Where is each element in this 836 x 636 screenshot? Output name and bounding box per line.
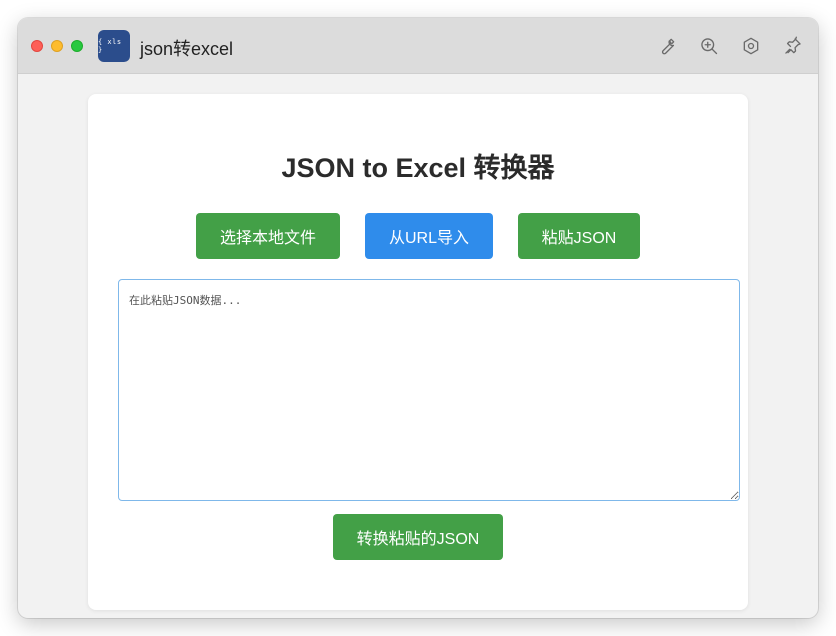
pin-icon[interactable] [782, 35, 804, 57]
maximize-window-button[interactable] [71, 40, 83, 52]
hexagon-settings-icon[interactable] [740, 35, 762, 57]
zoom-in-icon[interactable] [698, 35, 720, 57]
paste-json-button[interactable]: 粘贴JSON [518, 213, 640, 259]
wrench-icon[interactable] [656, 35, 678, 57]
app-logo-icon: { xls } [98, 30, 130, 62]
page-title: JSON to Excel 转换器 [281, 153, 555, 183]
json-input-textarea[interactable] [118, 279, 740, 501]
select-local-file-button[interactable]: 选择本地文件 [196, 213, 340, 259]
minimize-window-button[interactable] [51, 40, 63, 52]
close-window-button[interactable] [31, 40, 43, 52]
convert-pasted-json-button[interactable]: 转换粘贴的JSON [333, 514, 503, 560]
window-title: json转excel [140, 39, 234, 59]
import-from-url-button[interactable]: 从URL导入 [365, 213, 493, 259]
converter-panel: JSON to Excel 转换器 选择本地文件 从URL导入 粘贴JSON 转… [88, 94, 748, 610]
title-bar: { xls } json转excel [18, 18, 818, 74]
app-window: { xls } json转excel JSON to Excel 转换器 选择本… [18, 18, 818, 618]
